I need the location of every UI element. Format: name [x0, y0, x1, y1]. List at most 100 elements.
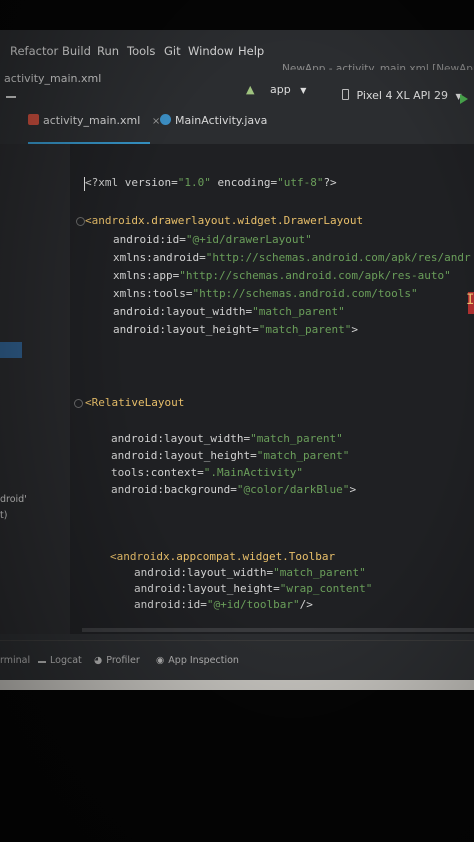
- run-config-dropdown[interactable]: app ▼: [270, 83, 306, 96]
- menu-bar: Refactor Build Run Tools Git Window Help…: [0, 30, 474, 75]
- collapse-icon[interactable]: [6, 96, 16, 98]
- code-line-17: tools:context=".MainActivity": [111, 466, 303, 479]
- xml-file-icon: [28, 114, 39, 125]
- code-token: android:layout_width=: [113, 305, 253, 318]
- code-token: <?xml version=: [85, 176, 178, 189]
- code-line-15: android:layout_width="match_parent": [111, 432, 343, 445]
- menu-help[interactable]: Help: [238, 44, 264, 58]
- code-line-24: android:layout_height="wrap_content": [134, 582, 372, 595]
- code-token: />: [299, 598, 313, 611]
- text-cursor: [84, 177, 85, 191]
- code-line-8: android:layout_width="match_parent": [113, 305, 345, 318]
- code-line-7: xmlns:tools="http://schemas.android.com/…: [113, 287, 418, 300]
- menu-git[interactable]: Git: [164, 44, 181, 58]
- java-class-icon: [160, 114, 171, 125]
- menu-run[interactable]: Run: [97, 44, 119, 58]
- code-token: "http://schemas.android.com/tools": [192, 287, 418, 300]
- code-token: "match_parent": [250, 432, 343, 445]
- logcat-icon: [38, 655, 46, 663]
- code-token: "@+id/drawerLayout": [185, 233, 312, 246]
- code-token: android:layout_height=: [111, 449, 257, 462]
- code-token: "match_parent": [252, 305, 345, 318]
- ide-window: Refactor Build Run Tools Git Window Help…: [0, 30, 474, 690]
- tool-logcat[interactable]: Logcat: [38, 655, 82, 666]
- project-tree-text: droid': [0, 494, 27, 505]
- code-token: "utf-8": [277, 176, 324, 189]
- code-line-22: <androidx.appcompat.widget.Toolbar: [110, 550, 335, 563]
- code-token: <androidx.appcompat.widget.Toolbar: [110, 550, 336, 563]
- code-line-23: android:layout_width="match_parent": [134, 566, 366, 579]
- left-gutter: droid' t): [0, 144, 70, 634]
- tab-main-activity[interactable]: MainActivity.java: [160, 114, 267, 142]
- code-line-18: android:background="@color/darkBlue">: [111, 483, 356, 496]
- code-line-6: xmlns:app="http://schemas.android.com/ap…: [113, 269, 451, 282]
- code-token: "wrap_content": [279, 582, 373, 595]
- code-token: encoding=: [210, 176, 278, 189]
- code-token: <androidx.drawerlayout.widget.DrawerLayo…: [85, 214, 364, 227]
- code-line-16: android:layout_height="match_parent": [111, 449, 349, 462]
- code-token: "match_parent": [256, 449, 350, 462]
- menu-refactor[interactable]: Refactor: [10, 44, 58, 58]
- run-icon[interactable]: [460, 94, 468, 104]
- chevron-down-icon: ▼: [300, 86, 307, 95]
- tool-terminal[interactable]: rminal: [0, 655, 30, 666]
- breadcrumb[interactable]: activity_main.xml: [4, 72, 101, 85]
- mouse-ibeam-icon: I: [466, 292, 474, 308]
- os-taskbar: [0, 680, 474, 690]
- tool-label: Logcat: [50, 655, 82, 666]
- code-token: android:layout_height=: [113, 323, 259, 336]
- code-token: android:id=: [113, 233, 186, 246]
- code-line-5: xmlns:android="http://schemas.android.co…: [113, 251, 471, 264]
- code-token: >: [351, 323, 359, 336]
- code-token: android:layout_height=: [134, 582, 280, 595]
- code-token: "match_parent": [258, 323, 352, 336]
- menu-tools[interactable]: Tools: [127, 44, 155, 58]
- code-token: xmlns:android=: [113, 251, 206, 264]
- code-line-9: android:layout_height="match_parent">: [113, 323, 358, 336]
- main-toolbar: activity_main.xml ▲ app ▼ Pixel 4 XL API…: [0, 70, 474, 114]
- menu-build[interactable]: Build: [62, 44, 91, 58]
- project-tree-selection[interactable]: [0, 342, 22, 358]
- hammer-icon[interactable]: ▲: [246, 83, 254, 96]
- tool-window-bar: rminal Logcat ◕ Profiler ◉ App Inspection: [0, 640, 474, 679]
- fold-marker-icon[interactable]: [74, 399, 83, 408]
- code-token: "match_parent": [273, 566, 366, 579]
- tool-label: App Inspection: [168, 655, 239, 666]
- code-token: tools:context=: [111, 466, 204, 479]
- code-token: "@+id/toolbar": [206, 598, 300, 611]
- code-token: ".MainActivity": [203, 466, 304, 479]
- code-token: xmlns:tools=: [113, 287, 193, 300]
- code-token: "http://schemas.android.com/apk/res-auto…: [179, 269, 451, 282]
- code-token: "http://schemas.android.com/apk/res/andr: [205, 251, 471, 264]
- device-label: Pixel 4 XL API 29: [356, 89, 449, 102]
- code-token: >: [349, 483, 357, 496]
- code-token: xmlns:app=: [113, 269, 180, 282]
- tool-label: Profiler: [106, 655, 140, 666]
- code-line-3: <androidx.drawerlayout.widget.DrawerLayo…: [85, 214, 363, 227]
- code-token: <RelativeLayout: [85, 396, 185, 409]
- code-token: android:layout_width=: [111, 432, 251, 445]
- tool-profiler[interactable]: ◕ Profiler: [94, 655, 140, 666]
- close-icon[interactable]: ×: [152, 116, 160, 127]
- device-dropdown[interactable]: Pixel 4 XL API 29 ▼: [342, 89, 462, 102]
- code-token: "1.0": [177, 176, 211, 189]
- gauge-icon: ◕: [94, 655, 103, 666]
- code-token: ?>: [323, 176, 337, 189]
- fold-marker-icon[interactable]: [76, 217, 85, 226]
- menu-window[interactable]: Window: [188, 44, 233, 58]
- code-line-25: android:id="@+id/toolbar"/>: [134, 598, 313, 611]
- tab-activity-main[interactable]: activity_main.xml ×: [28, 114, 160, 144]
- run-config-label: app: [270, 83, 291, 96]
- code-editor[interactable]: 1 2 3 4 5 6 7 8 9 10 11 12 13 14 15 16 1…: [70, 144, 474, 634]
- project-tree-text: t): [0, 510, 8, 521]
- code-line-4: android:id="@+id/drawerLayout": [113, 233, 312, 246]
- tab-label: activity_main.xml: [43, 114, 141, 127]
- code-token: android:id=: [134, 598, 207, 611]
- code-token: android:layout_width=: [134, 566, 274, 579]
- tool-app-inspection[interactable]: ◉ App Inspection: [156, 655, 239, 666]
- phone-icon: [342, 89, 349, 100]
- horizontal-scrollbar[interactable]: [82, 628, 474, 632]
- inspect-icon: ◉: [156, 655, 165, 666]
- code-token: android:background=: [111, 483, 237, 496]
- code-line-13: <RelativeLayout: [85, 396, 184, 409]
